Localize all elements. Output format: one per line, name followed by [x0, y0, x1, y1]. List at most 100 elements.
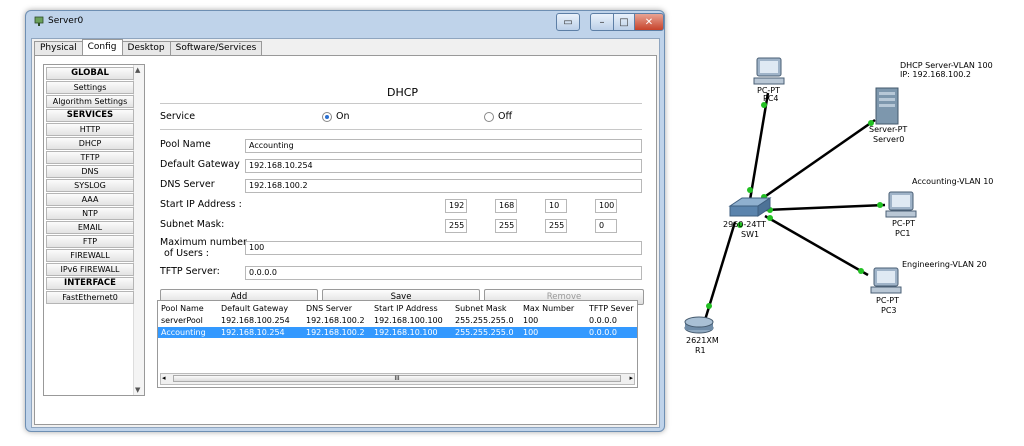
- packet-tracer-icon: [34, 16, 44, 26]
- server-note-2: IP: 192.168.100.2: [900, 70, 971, 79]
- pool-name-input[interactable]: Accounting: [245, 139, 642, 153]
- link-light: [858, 268, 864, 274]
- nav-item-interface[interactable]: INTERFACE: [46, 277, 134, 290]
- service-on-radio[interactable]: [322, 112, 332, 122]
- server0-window: Server0 ▭ – □ ✕ Physical Config Desktop …: [25, 10, 665, 432]
- start-ip-octet-3[interactable]: 10: [545, 199, 567, 213]
- title-bar[interactable]: Server0 ▭ – □ ✕: [26, 11, 664, 33]
- link-light: [706, 303, 712, 309]
- mask-octet-3[interactable]: 255: [545, 219, 567, 233]
- col-header[interactable]: Pool Name: [161, 303, 219, 314]
- nav-item-settings[interactable]: Settings: [46, 81, 134, 94]
- start-ip-octet-2[interactable]: 168: [495, 199, 517, 213]
- nav-item-tftp[interactable]: TFTP: [46, 151, 134, 164]
- window-title: Server0: [48, 16, 84, 26]
- server-note-1: DHCP Server-VLAN 100: [900, 61, 993, 70]
- router-type-label: 2621XM: [686, 336, 719, 345]
- table-cell: 0.0.0.0: [589, 316, 617, 325]
- pool-name-label: Pool Name: [160, 139, 211, 150]
- max-users-label-line1: Maximum number: [160, 237, 247, 248]
- nav-item-dhcp[interactable]: DHCP: [46, 137, 134, 150]
- tftp-server-input[interactable]: 0.0.0.0: [245, 266, 642, 280]
- nav-item-ipv6-firewall[interactable]: IPv6 FIREWALL: [46, 263, 134, 276]
- nav-item-global[interactable]: GLOBAL: [46, 67, 134, 80]
- close-icon: ✕: [644, 16, 654, 28]
- nav-item-syslog[interactable]: SYSLOG: [46, 179, 134, 192]
- maximize-button[interactable]: □: [613, 13, 635, 31]
- scroll-up-icon[interactable]: ▲: [135, 66, 140, 74]
- switch-type-label: 2960-24TT: [723, 220, 767, 229]
- mask-octet-2[interactable]: 255: [495, 219, 517, 233]
- service-off-label[interactable]: Off: [498, 111, 512, 122]
- nav-item-ftp[interactable]: FTP: [46, 235, 134, 248]
- pc4-name-label: PC4: [763, 94, 779, 103]
- pc1-type-label: PC-PT: [892, 219, 916, 228]
- pc3-type-label: PC-PT: [876, 296, 900, 305]
- nav-item-services[interactable]: SERVICES: [46, 109, 134, 122]
- link-sw1-server0: [759, 118, 876, 202]
- divider: [160, 129, 642, 130]
- table-row[interactable]: Accounting 192.168.10.254 192.168.100.2 192…: [158, 327, 637, 338]
- server-type-label: Server-PT: [869, 125, 908, 134]
- col-header[interactable]: Start IP Address: [374, 303, 452, 314]
- service-off-radio[interactable]: [484, 112, 494, 122]
- link-sw1-pc4: [748, 92, 770, 201]
- subnet-mask-label: Subnet Mask:: [160, 219, 225, 230]
- nav-item-http[interactable]: HTTP: [46, 123, 134, 136]
- table-cell: 192.168.100.254: [221, 316, 290, 325]
- nav-scrollbar[interactable]: ▲ ▼: [133, 65, 144, 395]
- col-header[interactable]: Max Number: [523, 303, 585, 314]
- nav-item-aaa[interactable]: AAA: [46, 193, 134, 206]
- restore-icon: ▭: [563, 16, 573, 28]
- table-cell: 255.255.255.0: [455, 316, 514, 325]
- maximize-icon: □: [619, 16, 629, 28]
- restore-down-button[interactable]: ▭: [556, 13, 580, 31]
- scroll-left-icon[interactable]: ◂: [162, 374, 166, 382]
- pc1-icon: [885, 191, 917, 218]
- table-cell: 100: [523, 328, 539, 337]
- start-ip-label: Start IP Address :: [160, 199, 242, 210]
- mask-octet-1[interactable]: 255: [445, 219, 467, 233]
- dns-server-input[interactable]: 192.168.100.2: [245, 179, 642, 193]
- gateway-input[interactable]: 192.168.10.254: [245, 159, 642, 173]
- dns-server-label: DNS Server: [160, 179, 215, 190]
- table-row[interactable]: serverPool 192.168.100.254 192.168.100.2 19…: [158, 315, 637, 326]
- nav-item-email[interactable]: EMAIL: [46, 221, 134, 234]
- nav-item-fastethernet0[interactable]: FastEthernet0: [46, 291, 134, 304]
- tab-desktop[interactable]: Desktop: [121, 41, 171, 55]
- server-icon: [875, 87, 899, 125]
- pc3-icon: [870, 267, 902, 294]
- max-users-input[interactable]: 100: [245, 241, 642, 255]
- scroll-down-icon[interactable]: ▼: [135, 386, 140, 394]
- tab-software-services[interactable]: Software/Services: [169, 41, 263, 55]
- service-on-label[interactable]: On: [336, 111, 350, 122]
- table-cell: Accounting: [161, 328, 206, 337]
- tab-physical[interactable]: Physical: [34, 41, 83, 55]
- start-ip-octet-4[interactable]: 100: [595, 199, 617, 213]
- col-header[interactable]: Subnet Mask: [455, 303, 519, 314]
- dhcp-title: DHCP: [387, 86, 419, 99]
- table-horizontal-scrollbar[interactable]: ◂ III ▸: [160, 373, 635, 385]
- gateway-label: Default Gateway: [160, 159, 240, 170]
- table-cell: 192.168.100.2: [306, 328, 365, 337]
- pc3-name-label: PC3: [881, 306, 897, 315]
- table-cell: serverPool: [161, 316, 203, 325]
- col-header[interactable]: Default Gateway: [221, 303, 301, 314]
- scroll-thumb[interactable]: III: [173, 375, 621, 382]
- nav-item-dns[interactable]: DNS: [46, 165, 134, 178]
- nav-item-algorithm-settings[interactable]: Algorithm Settings: [46, 95, 134, 108]
- col-header[interactable]: DNS Server: [306, 303, 371, 314]
- router-icon: [684, 316, 714, 334]
- nav-item-ntp[interactable]: NTP: [46, 207, 134, 220]
- table-cell: 0.0.0.0: [589, 328, 617, 337]
- mask-octet-4[interactable]: 0: [595, 219, 617, 233]
- link-light: [747, 187, 753, 193]
- col-header[interactable]: TFTP Sever: [589, 303, 637, 314]
- table-cell: 192.168.100.100: [374, 316, 443, 325]
- tab-config[interactable]: Config: [81, 39, 123, 55]
- nav-item-firewall[interactable]: FIREWALL: [46, 249, 134, 262]
- start-ip-octet-1[interactable]: 192: [445, 199, 467, 213]
- minimize-button[interactable]: –: [590, 13, 614, 31]
- scroll-right-icon[interactable]: ▸: [629, 374, 633, 382]
- close-button[interactable]: ✕: [634, 13, 664, 31]
